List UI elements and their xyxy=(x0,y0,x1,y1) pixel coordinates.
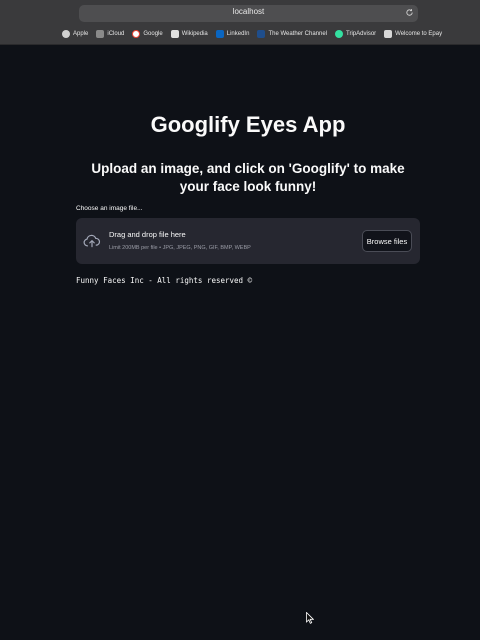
bookmark-epay[interactable]: Welcome to Epay xyxy=(384,30,442,38)
bookmark-tripadvisor[interactable]: TripAdvisor xyxy=(335,30,376,38)
apple-icon xyxy=(62,30,70,38)
bookmark-label: iCloud xyxy=(107,31,125,37)
bookmark-label: LinkedIn xyxy=(226,31,250,37)
file-uploader-label: Choose an image file... xyxy=(76,205,143,212)
url-text: localhost xyxy=(232,7,265,16)
tripadvisor-icon xyxy=(335,30,344,38)
footer-text: Funny Faces Inc - All rights reserved © xyxy=(76,276,253,285)
bookmark-label: TripAdvisor xyxy=(346,31,377,37)
icloud-icon xyxy=(96,30,105,38)
bookmark-label: Wikipedia xyxy=(181,31,208,37)
google-icon xyxy=(132,30,141,38)
linkedin-icon xyxy=(215,30,224,38)
wikipedia-icon xyxy=(170,30,179,38)
bookmark-label: Welcome to Epay xyxy=(395,31,443,37)
bookmark-apple[interactable]: Apple xyxy=(62,30,88,38)
bookmark-label: The Weather Channel xyxy=(268,31,328,37)
weather-channel-icon xyxy=(257,30,266,38)
bookmark-label: Google xyxy=(143,31,163,37)
cloud-upload-icon xyxy=(83,234,101,248)
bookmark-wikipedia[interactable]: Wikipedia xyxy=(170,30,208,38)
bookmarks-bar: Apple iCloud Google Wikipedia LinkedIn T… xyxy=(62,28,442,40)
page-subtitle: Upload an image, and click on 'Googlify'… xyxy=(91,161,405,194)
file-dropzone[interactable]: Drag and drop file here Limit 200MB per … xyxy=(76,218,420,264)
bookmark-linkedin[interactable]: LinkedIn xyxy=(215,30,250,38)
bookmark-label: Apple xyxy=(73,31,89,37)
page-title: Googlify Eyes App xyxy=(150,112,346,137)
dropzone-limit-hint: Limit 200MB per file • JPG, JPEG, PNG, G… xyxy=(109,245,251,251)
bookmark-icloud[interactable]: iCloud xyxy=(96,30,124,38)
bookmark-weather-channel[interactable]: The Weather Channel xyxy=(257,30,327,38)
browse-files-button[interactable]: Browse files xyxy=(362,230,412,252)
reload-icon[interactable] xyxy=(405,8,414,17)
dropzone-title: Drag and drop file here xyxy=(109,230,186,239)
address-bar[interactable]: localhost xyxy=(79,5,418,22)
bookmark-google[interactable]: Google xyxy=(132,30,163,38)
browser-chrome: localhost Apple iCloud Google Wikipedia … xyxy=(0,0,480,45)
epay-icon xyxy=(384,30,393,38)
mouse-cursor-icon xyxy=(306,612,314,624)
